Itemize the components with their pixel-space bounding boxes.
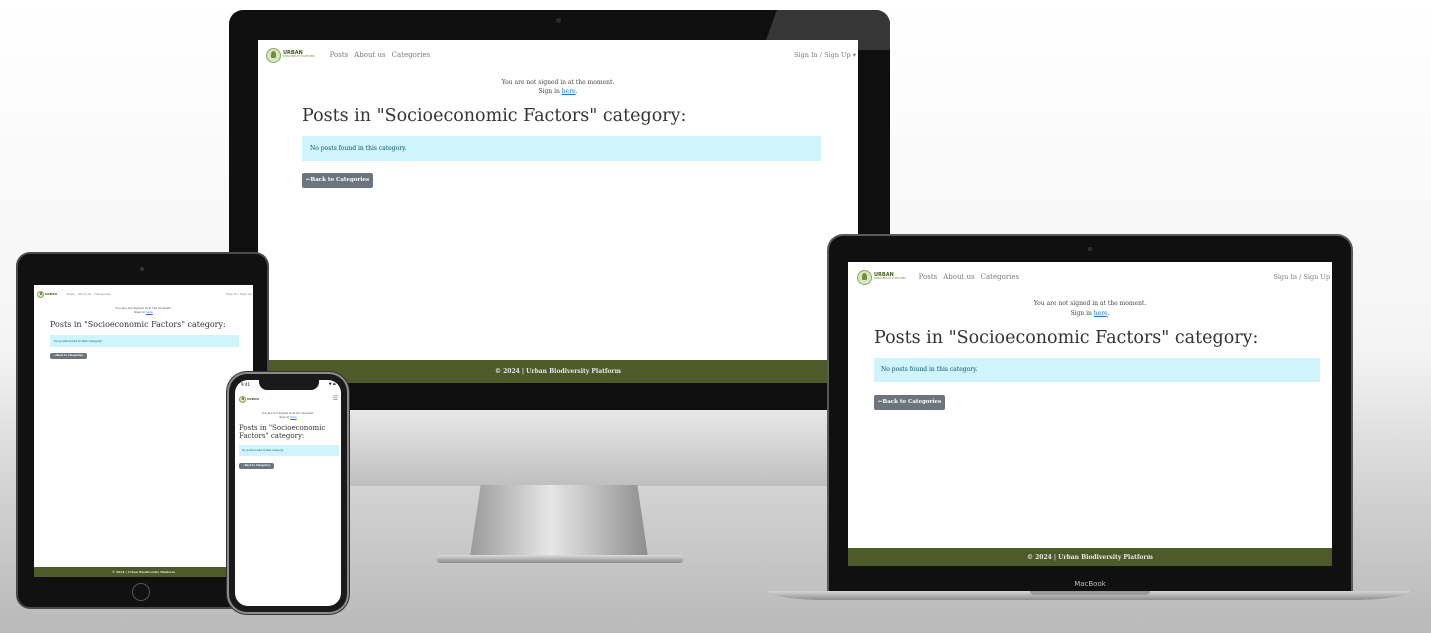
- site-footer: © 2024 | Urban Biodiversity Platform: [34, 567, 253, 577]
- back-to-categories-button[interactable]: ←Back to Categories: [874, 395, 945, 410]
- signin-link[interactable]: here: [290, 415, 296, 419]
- signin-dropdown[interactable]: Sign In / Sign Up ▾: [794, 51, 856, 59]
- page-title: Posts in "Socioeconomic Factors" categor…: [239, 424, 326, 440]
- site-footer: © 2024 | Urban Biodiversity Platform: [848, 548, 1332, 566]
- navbar: URBAN BIODIVERSITY PLATFORM Posts About …: [258, 40, 858, 70]
- logo-icon: [239, 395, 246, 403]
- signin-link[interactable]: here: [146, 310, 153, 314]
- navbar: URBAN ☰: [235, 392, 341, 406]
- ipad-camera: [140, 267, 144, 271]
- logo-title: URBAN: [247, 396, 259, 401]
- empty-alert: No posts found in this category.: [302, 136, 821, 161]
- nav-about[interactable]: About us: [78, 292, 91, 296]
- site-logo[interactable]: URBAN BIODIVERSITY PLATFORM: [857, 269, 906, 285]
- logo-subtitle: BIODIVERSITY PLATFORM: [283, 55, 315, 59]
- page-title: Posts in "Socioeconomic Factors" categor…: [50, 320, 226, 329]
- ipad-home-button: [132, 583, 150, 601]
- chevron-down-icon: ▾: [852, 51, 856, 59]
- imac-stand: [470, 485, 648, 557]
- macbook-label: MacBook: [1074, 580, 1106, 588]
- phone-status-icons: ▼ ▬: [328, 382, 336, 386]
- navbar: URBAN Posts About us Categories Sign In …: [34, 285, 253, 303]
- imac-screen: URBAN BIODIVERSITY PLATFORM Posts About …: [258, 40, 858, 383]
- logo-icon: [857, 269, 872, 285]
- signin-dropdown[interactable]: Sign In / Sign Up: [226, 292, 252, 296]
- nav-posts[interactable]: Posts: [67, 292, 75, 296]
- logo-title: URBAN: [45, 291, 57, 296]
- signin-notice: You are not signed in at the moment. Sig…: [1033, 300, 1147, 317]
- signin-notice: You are not signed in at the moment. Sig…: [501, 79, 615, 95]
- macbook-camera: [1088, 247, 1092, 251]
- back-to-categories-button[interactable]: ←Back to Categories: [239, 463, 274, 469]
- nav-categories[interactable]: Categories: [981, 273, 1020, 281]
- logo-icon: [266, 47, 281, 63]
- nav-posts[interactable]: Posts: [330, 51, 349, 59]
- signin-notice: You are not signed in at the moment. Sig…: [261, 411, 315, 419]
- empty-alert: No posts found in this category.: [874, 358, 1320, 382]
- iphone-screen: 9:41 ▼ ▬ URBAN ☰ You are not signed in a…: [235, 380, 341, 606]
- page-title: Posts in "Socioeconomic Factors" categor…: [874, 328, 1259, 348]
- imac-stand-base: [437, 555, 683, 563]
- signin-link[interactable]: here: [1094, 310, 1108, 317]
- signin-dropdown[interactable]: Sign In / Sign Up: [1273, 273, 1330, 281]
- logo-subtitle: BIODIVERSITY PLATFORM: [874, 277, 906, 281]
- hamburger-menu-icon[interactable]: ☰: [333, 395, 338, 402]
- signin-link[interactable]: here: [562, 88, 576, 95]
- logo-icon: [37, 290, 44, 298]
- apple-logo-icon: [540, 422, 580, 466]
- signin-notice: You are not signed in at the moment. Sig…: [115, 306, 172, 314]
- site-footer: © 2024 | Urban Biodiversity Platform: [258, 360, 858, 383]
- back-to-categories-button[interactable]: ←Back to Categories: [302, 173, 373, 188]
- navbar: URBAN BIODIVERSITY PLATFORM Posts About …: [848, 262, 1332, 292]
- empty-alert: No posts found in this category.: [239, 445, 339, 456]
- nav-about[interactable]: About us: [354, 51, 385, 59]
- macbook-notch: [1030, 591, 1150, 595]
- iphone-notch: [259, 380, 319, 390]
- site-logo[interactable]: URBAN: [239, 395, 259, 403]
- nav-about[interactable]: About us: [943, 273, 974, 281]
- macbook-screen: URBAN BIODIVERSITY PLATFORM Posts About …: [848, 262, 1332, 566]
- ipad-screen: URBAN Posts About us Categories Sign In …: [34, 285, 253, 577]
- nav-categories[interactable]: Categories: [392, 51, 431, 59]
- back-to-categories-button[interactable]: ←Back to Categories: [50, 353, 87, 359]
- page-title: Posts in "Socioeconomic Factors" categor…: [302, 106, 687, 126]
- signin-label: Sign In / Sign Up: [794, 51, 851, 59]
- nav-categories[interactable]: Categories: [94, 292, 111, 296]
- imac-camera: [556, 18, 561, 23]
- phone-clock: 9:41: [241, 382, 250, 387]
- nav-posts[interactable]: Posts: [919, 273, 938, 281]
- site-logo[interactable]: URBAN BIODIVERSITY PLATFORM: [266, 47, 315, 63]
- site-logo[interactable]: URBAN: [37, 290, 57, 298]
- empty-alert: No posts found in this category.: [50, 335, 239, 347]
